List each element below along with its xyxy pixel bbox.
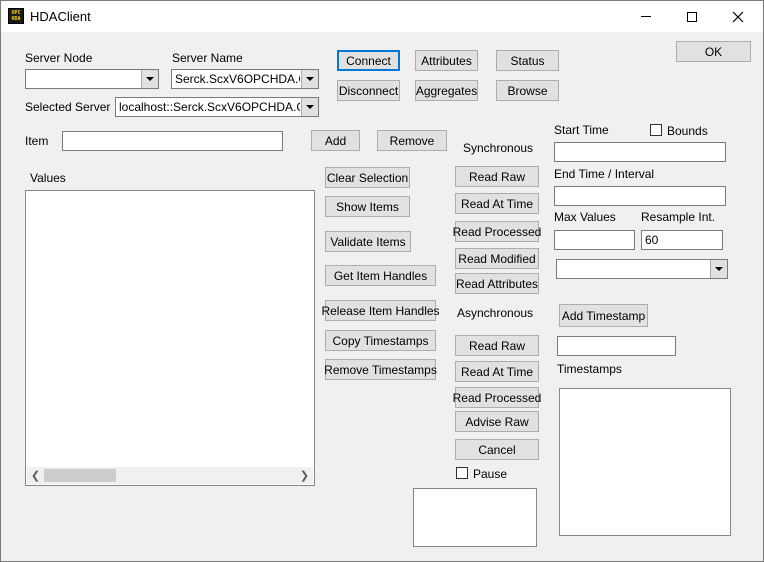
scroll-left-icon[interactable]: ❮ [27,467,44,484]
show-items-button[interactable]: Show Items [325,196,410,217]
pause-label: Pause [473,467,508,481]
opc-hda-app-icon: OPC HDA [8,8,24,24]
server-name-dropdown-arrow[interactable] [301,70,318,88]
minimize-icon [641,16,651,17]
server-node-label: Server Node [25,51,93,65]
sync-read-processed-button[interactable]: Read Processed [453,221,541,242]
advise-raw-button[interactable]: Advise Raw [455,411,539,432]
server-name-combo[interactable]: Serck.ScxV6OPCHDA.GE [171,69,319,89]
status-button[interactable]: Status [496,50,559,71]
sync-read-at-time-button[interactable]: Read At Time [455,193,539,214]
ok-button[interactable]: OK [676,41,751,62]
title-bar: OPC HDA HDAClient [1,1,763,32]
start-time-input[interactable] [554,142,726,162]
start-time-label: Start Time [554,123,609,137]
attributes-button[interactable]: Attributes [415,50,478,71]
bounds-checkbox[interactable] [650,124,662,136]
get-item-handles-button[interactable]: Get Item Handles [325,265,436,286]
close-button[interactable] [715,1,761,32]
maximize-button[interactable] [669,1,715,32]
chevron-down-icon [715,267,723,271]
sync-read-modified-button[interactable]: Read Modified [455,248,539,269]
minimize-button[interactable] [623,1,669,32]
selected-server-combo[interactable]: localhost::Serck.ScxV6OPCHDA.GEO [115,97,319,117]
chevron-down-icon [306,77,314,81]
async-read-processed-button[interactable]: Read Processed [453,387,541,408]
selected-server-dropdown-arrow[interactable] [301,98,318,116]
disconnect-button[interactable]: Disconnect [337,80,400,101]
chevron-down-icon [146,77,154,81]
synchronous-label: Synchronous [463,141,534,155]
resample-interval-label: Resample Int. [641,210,716,224]
window-title: HDAClient [30,9,91,24]
scroll-right-icon[interactable]: ❯ [296,467,313,484]
remove-timestamps-button[interactable]: Remove Timestamps [324,359,437,380]
values-listbox[interactable]: ❮ ❯ [25,190,315,486]
values-horizontal-scrollbar[interactable]: ❮ ❯ [27,467,313,484]
timestamps-label: Timestamps [557,362,622,376]
selected-server-value: localhost::Serck.ScxV6OPCHDA.GEO [119,100,300,114]
bounds-label: Bounds [667,124,708,138]
server-name-value: Serck.ScxV6OPCHDA.GE [175,72,300,86]
status-output-box[interactable] [413,488,537,547]
timestamp-input[interactable] [557,336,676,356]
asynchronous-label: Asynchronous [457,306,534,320]
max-values-label: Max Values [554,210,616,224]
hda-client-window: OPC HDA HDAClient Server Node Server Nam… [0,0,764,562]
aggregate-dropdown-arrow[interactable] [710,260,727,278]
resample-interval-input[interactable]: 60 [641,230,723,250]
aggregates-button[interactable]: Aggregates [415,80,478,101]
cancel-button[interactable]: Cancel [455,439,539,460]
add-button[interactable]: Add [311,130,360,151]
server-node-combo[interactable] [25,69,159,89]
selected-server-label: Selected Server [25,100,111,114]
item-label: Item [25,134,49,148]
max-values-input[interactable] [554,230,635,250]
browse-button[interactable]: Browse [496,80,559,101]
server-node-dropdown-arrow[interactable] [141,70,158,88]
end-time-label: End Time / Interval [554,167,655,181]
connect-button[interactable]: Connect [337,50,400,71]
add-timestamp-button[interactable]: Add Timestamp [559,304,648,327]
validate-items-button[interactable]: Validate Items [325,231,411,252]
item-input[interactable] [62,131,283,151]
pause-checkbox[interactable] [456,467,468,479]
scrollbar-thumb[interactable] [44,469,116,482]
async-read-at-time-button[interactable]: Read At Time [455,361,539,382]
server-name-label: Server Name [172,51,243,65]
clear-selection-button[interactable]: Clear Selection [325,167,410,188]
copy-timestamps-button[interactable]: Copy Timestamps [325,330,436,351]
timestamps-listbox[interactable] [559,388,731,536]
end-time-input[interactable] [554,186,726,206]
remove-button[interactable]: Remove [377,130,447,151]
release-item-handles-button[interactable]: Release Item Handles [321,300,440,321]
maximize-icon [687,11,697,22]
chevron-down-icon [306,105,314,109]
values-label: Values [30,171,66,185]
aggregate-combo[interactable] [556,259,728,279]
async-read-raw-button[interactable]: Read Raw [455,335,539,356]
sync-read-attributes-button[interactable]: Read Attributes [455,273,539,294]
sync-read-raw-button[interactable]: Read Raw [455,166,539,187]
close-icon [732,11,744,22]
